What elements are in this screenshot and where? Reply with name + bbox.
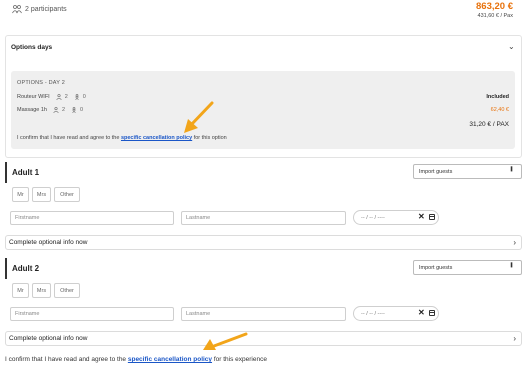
option-label: Massage 1h: [17, 107, 47, 113]
participants-info: 2 participants: [12, 5, 67, 14]
lastname-input[interactable]: Lastname: [181, 211, 346, 225]
adult-icon: [56, 94, 62, 100]
complete-optional-info-row[interactable]: Complete optional info now ›: [5, 331, 522, 346]
option-row: Massage 1h 2 0: [17, 107, 83, 113]
child-icon: [72, 107, 77, 113]
birthdate-input[interactable]: -- / -- / ---- ✕: [353, 306, 439, 321]
adult-title: Adult 2: [12, 264, 40, 273]
cancellation-policy-link[interactable]: specific cancellation policy: [128, 356, 212, 363]
child-icon: [74, 94, 79, 100]
complete-optional-info-row[interactable]: Complete optional info now ›: [5, 235, 522, 250]
firstname-input[interactable]: Firstname: [10, 307, 174, 321]
import-guests-label: Import guests: [419, 264, 453, 271]
annotation-arrow-icon: [184, 101, 214, 133]
adult-section-marker: [5, 258, 7, 279]
adult-title: Adult 1: [12, 168, 40, 177]
import-guests-select[interactable]: Import guests ╹: [413, 260, 522, 275]
chevron-right-icon: ›: [513, 334, 516, 343]
cancellation-policy-link[interactable]: specific cancellation policy: [121, 135, 192, 141]
adult-icon: [53, 107, 59, 113]
participants-text: 2 participants: [25, 6, 67, 13]
birthdate-placeholder: -- / -- / ----: [361, 214, 385, 221]
optional-info-label: Complete optional info now: [9, 239, 88, 246]
option-cancellation-confirm: I confirm that I have read and agree to …: [17, 135, 227, 141]
title-other-button[interactable]: Other: [54, 283, 80, 298]
option-row: Routeur WIFI 2 0: [17, 94, 86, 100]
import-guests-label: Import guests: [419, 168, 453, 175]
confirm-suffix: for this experience: [212, 356, 267, 363]
adult-count: 2: [64, 94, 68, 100]
clear-icon[interactable]: ✕: [418, 308, 425, 317]
adult-count: 2: [61, 107, 66, 113]
people-icon: [12, 5, 22, 14]
chevron-right-icon: ›: [513, 238, 516, 247]
options-days-title[interactable]: Options days: [11, 44, 52, 51]
option-label: Routeur WIFI: [17, 94, 50, 100]
confirm-prefix: I confirm that I have read and agree to …: [17, 135, 121, 141]
optional-info-label: Complete optional info now: [9, 335, 88, 342]
options-total-per-pax: 31,20 € / PAX: [469, 121, 509, 128]
dropdown-arrow-icon: ╹: [509, 167, 514, 176]
experience-cancellation-confirm: I confirm that I have read and agree to …: [5, 356, 267, 363]
option-price: 62,40 €: [490, 107, 509, 113]
calendar-icon[interactable]: [429, 310, 435, 316]
title-mr-button[interactable]: Mr: [12, 283, 29, 298]
total-price: 863,20 €: [476, 1, 513, 12]
annotation-arrow-icon: [203, 332, 248, 350]
adult-section-marker: [5, 162, 7, 183]
chevron-down-icon[interactable]: ⌄: [508, 42, 515, 51]
dropdown-arrow-icon: ╹: [509, 263, 514, 272]
price-per-pax: 431,60 € / Pax: [477, 13, 513, 19]
clear-icon[interactable]: ✕: [418, 212, 425, 221]
birthdate-input[interactable]: -- / -- / ---- ✕: [353, 210, 439, 225]
title-mrs-button[interactable]: Mrs: [32, 283, 51, 298]
options-day-title: OPTIONS - DAY 2: [17, 80, 66, 86]
calendar-icon[interactable]: [429, 214, 435, 220]
import-guests-select[interactable]: Import guests ╹: [413, 164, 522, 179]
confirm-prefix: I confirm that I have read and agree to …: [5, 356, 128, 363]
lastname-input[interactable]: Lastname: [181, 307, 346, 321]
title-other-button[interactable]: Other: [54, 187, 80, 202]
child-count: 0: [80, 107, 84, 113]
option-price: Included: [486, 94, 509, 100]
title-mr-button[interactable]: Mr: [12, 187, 29, 202]
firstname-input[interactable]: Firstname: [10, 211, 174, 225]
birthdate-placeholder: -- / -- / ----: [361, 310, 385, 317]
child-count: 0: [82, 94, 86, 100]
title-mrs-button[interactable]: Mrs: [32, 187, 51, 202]
confirm-suffix: for this option: [192, 135, 227, 141]
